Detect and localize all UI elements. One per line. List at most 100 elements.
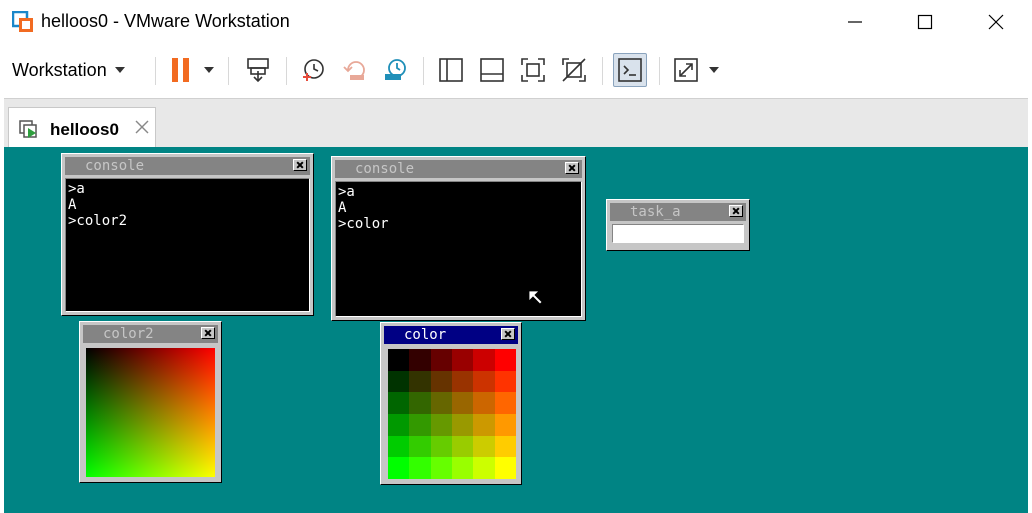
close-tab-icon[interactable] [133, 118, 151, 136]
color-swatch [388, 457, 410, 479]
toolbar-divider [423, 57, 424, 85]
close-icon[interactable] [565, 162, 579, 174]
minimize-button[interactable] [820, 0, 890, 44]
color-swatch [430, 349, 452, 371]
title-bar: helloos0 - VMware Workstation [0, 0, 1032, 44]
color-swatch [430, 435, 452, 458]
color-swatch [388, 413, 410, 436]
console-window-left[interactable]: console >a A >color2 [61, 153, 314, 316]
toolbar: Workstation [0, 44, 1032, 96]
console-line: >color [338, 216, 389, 232]
task-a-window[interactable]: task_a [606, 199, 750, 251]
full-screen-icon [521, 58, 545, 82]
console-view-icon [618, 58, 642, 82]
library-view-icon [439, 58, 463, 82]
close-icon[interactable] [501, 328, 515, 340]
console-line: >a [68, 181, 85, 197]
revert-snapshot-button[interactable] [339, 54, 371, 86]
mouse-cursor-icon [528, 290, 543, 305]
close-icon[interactable] [201, 327, 215, 339]
unity-icon [562, 58, 586, 82]
color-swatch [473, 349, 495, 371]
color-titlebar[interactable]: color [384, 326, 518, 344]
color-swatch [452, 370, 474, 393]
close-icon[interactable] [293, 159, 307, 171]
pause-button[interactable] [165, 54, 197, 86]
full-screen-button[interactable] [517, 54, 549, 86]
maximize-icon [917, 14, 933, 30]
console-view-button[interactable] [613, 53, 647, 87]
console-line: A [68, 197, 77, 213]
console-window-titlebar[interactable]: console [335, 160, 582, 178]
task-a-input[interactable] [612, 224, 744, 243]
stretch-guest-icon [674, 58, 698, 82]
console-line: >color2 [68, 213, 128, 229]
color-swatch [388, 370, 410, 393]
toolbar-divider [286, 57, 287, 85]
color-swatch [494, 392, 516, 414]
color-swatch [494, 413, 516, 436]
unity-button[interactable] [558, 54, 590, 86]
color-swatch [473, 413, 495, 436]
workstation-menu[interactable]: Workstation [12, 57, 125, 83]
color-swatch [430, 392, 452, 414]
color-swatch [409, 370, 431, 393]
color-swatch [388, 435, 410, 458]
snapshot-take-icon [303, 59, 324, 81]
color-swatch [452, 457, 474, 479]
color2-titlebar[interactable]: color2 [83, 325, 218, 343]
thumbnail-bar-icon [480, 58, 504, 82]
color-swatch [494, 435, 516, 458]
toolbar-divider [659, 57, 660, 85]
console-window-right[interactable]: console >a A >color [331, 156, 586, 321]
console-window-title: console [355, 161, 415, 177]
take-snapshot-button[interactable] [297, 54, 329, 86]
console-output[interactable]: >a A >color2 [65, 178, 310, 312]
pause-icon [172, 58, 189, 82]
workstation-menu-label: Workstation [12, 59, 107, 80]
console-line: A [338, 200, 347, 216]
color-swatch [409, 435, 431, 458]
color2-gradient [86, 348, 215, 477]
color2-window[interactable]: color2 [79, 321, 222, 483]
color-swatch [473, 370, 495, 393]
vm-display[interactable]: console >a A >color2 console >a A >color… [4, 147, 1028, 513]
close-icon[interactable] [729, 205, 743, 217]
console-window-title: console [85, 158, 145, 174]
console-window-titlebar[interactable]: console [65, 157, 310, 175]
toolbar-divider [602, 57, 603, 85]
color-grid [388, 349, 516, 479]
color-swatch [430, 457, 452, 479]
color-window[interactable]: color [380, 322, 522, 485]
console-line: >a [338, 184, 355, 200]
color-swatch [409, 392, 431, 414]
show-library-button[interactable] [435, 54, 467, 86]
pause-dropdown-icon[interactable] [204, 67, 214, 73]
maximize-button[interactable] [890, 0, 960, 44]
color-swatch [388, 392, 410, 414]
stretch-dropdown-icon[interactable] [709, 67, 719, 73]
color-swatch [473, 457, 495, 479]
task-a-titlebar[interactable]: task_a [610, 203, 746, 221]
color-title: color [404, 327, 447, 343]
vm-running-icon [19, 120, 37, 138]
close-button[interactable] [961, 0, 1031, 44]
color-swatch [388, 349, 410, 371]
tab-label: helloos0 [50, 120, 119, 139]
color-swatch [409, 349, 431, 371]
window-title: helloos0 - VMware Workstation [41, 11, 290, 31]
snapshot-manager-button[interactable] [379, 54, 411, 86]
color-swatch [452, 392, 474, 414]
toolbar-divider [155, 57, 156, 85]
send-ctrl-alt-del-icon [247, 58, 269, 83]
tab-helloos0[interactable]: helloos0 [8, 107, 156, 148]
color-swatch [409, 413, 431, 436]
send-ctrl-alt-del-button[interactable] [242, 54, 274, 86]
tab-strip: helloos0 [4, 98, 1028, 148]
color-swatch [473, 392, 495, 414]
task-a-title: task_a [630, 204, 681, 220]
chevron-down-icon [114, 67, 125, 73]
console-output[interactable]: >a A >color [335, 181, 582, 317]
show-thumbnail-bar-button[interactable] [476, 54, 508, 86]
stretch-guest-button[interactable] [670, 54, 702, 86]
